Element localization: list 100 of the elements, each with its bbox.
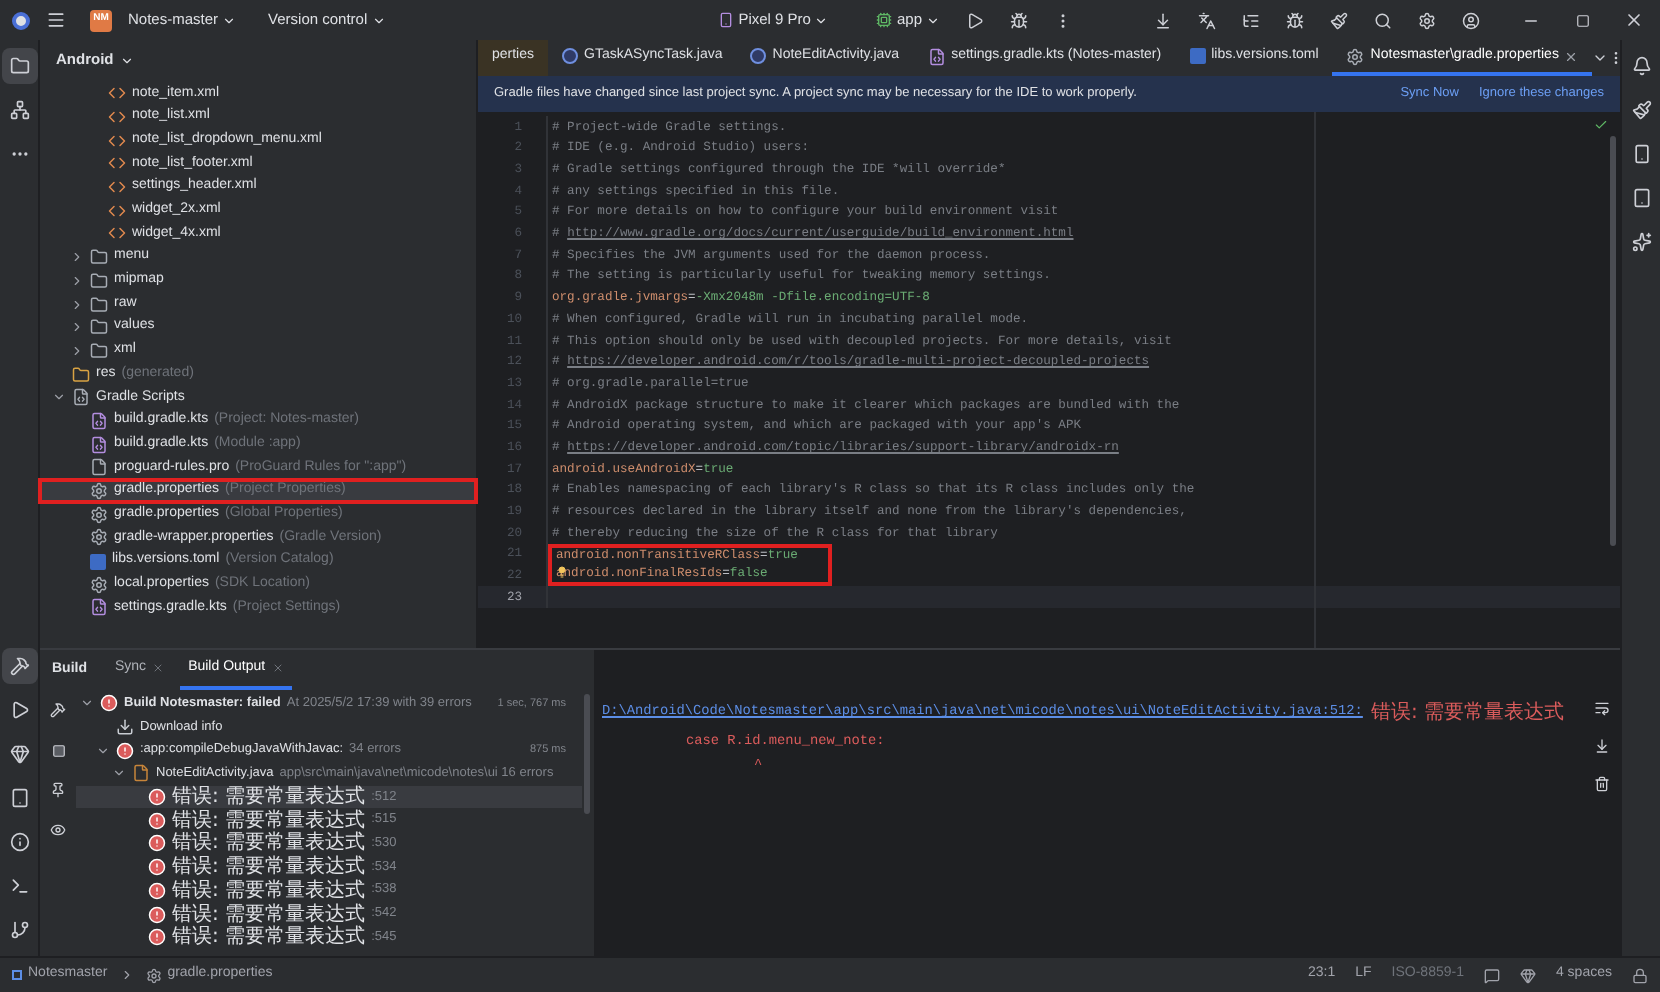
xml-file-icon bbox=[108, 154, 126, 173]
xml-file-icon bbox=[108, 131, 126, 150]
gear-icon bbox=[90, 505, 108, 524]
structure-tool-icon bbox=[9, 100, 29, 120]
item-label: 错误: 需要常量表达式 bbox=[172, 783, 366, 809]
error-icon bbox=[148, 788, 166, 807]
build-tool-icon bbox=[9, 656, 29, 676]
folder-icon bbox=[90, 341, 108, 360]
folder-icon bbox=[72, 365, 90, 384]
folder-icon bbox=[90, 318, 108, 337]
build-toggle-icon bbox=[50, 702, 66, 718]
terminal-tool-icon bbox=[9, 876, 29, 896]
breadcrumb-separator-icon bbox=[119, 968, 134, 982]
lightbulb-icon[interactable] bbox=[556, 566, 568, 579]
file-icon bbox=[90, 458, 108, 477]
folder-icon bbox=[90, 295, 108, 314]
chevron-down-icon bbox=[119, 53, 134, 67]
collapse-chevron-icon[interactable] bbox=[70, 250, 84, 265]
tab-list-icon bbox=[1592, 50, 1609, 66]
notifications-icon bbox=[1631, 56, 1651, 76]
maximize-icon bbox=[1575, 13, 1589, 27]
project-tool-button[interactable] bbox=[1, 48, 37, 84]
script-file-icon bbox=[90, 435, 108, 454]
clear-icon bbox=[1594, 776, 1610, 792]
item-label: 错误: 需要常量表达式 bbox=[172, 923, 366, 953]
scrollbar[interactable] bbox=[584, 694, 590, 814]
script-file-icon bbox=[90, 411, 108, 430]
build-tool-button[interactable] bbox=[1, 648, 37, 684]
close-tab-icon[interactable] bbox=[271, 662, 284, 674]
scroll-to-end-icon bbox=[1594, 738, 1610, 754]
phone-icon bbox=[718, 12, 735, 28]
running-devices-icon bbox=[1631, 188, 1651, 208]
error-icon bbox=[148, 858, 166, 877]
stop-icon bbox=[51, 743, 65, 757]
scrollbar[interactable] bbox=[1610, 136, 1616, 546]
java-file-icon bbox=[132, 764, 150, 783]
item-label: 错误: 需要常量表达式 bbox=[172, 807, 366, 832]
class-icon bbox=[562, 48, 579, 64]
chevron-down-icon bbox=[222, 13, 237, 27]
expand-chevron-icon[interactable] bbox=[52, 390, 66, 405]
lock-icon[interactable] bbox=[1632, 967, 1648, 983]
gear-icon bbox=[90, 482, 108, 501]
item-label: 错误: 需要常量表达式 bbox=[172, 877, 366, 903]
gem-tool-icon bbox=[9, 744, 29, 764]
project-tool-icon bbox=[9, 56, 29, 76]
download-icon bbox=[116, 718, 134, 737]
error-icon bbox=[148, 905, 166, 924]
gemini-icon bbox=[1631, 232, 1651, 252]
gear-icon bbox=[90, 575, 108, 594]
debug-icon bbox=[1009, 11, 1027, 29]
chevron-down-icon bbox=[371, 13, 386, 27]
close-icon bbox=[1624, 10, 1644, 30]
chevron-down-icon bbox=[814, 13, 829, 27]
item-label: 错误: 需要常量表达式 bbox=[172, 901, 366, 926]
app-logo-icon bbox=[12, 11, 30, 29]
script-file-icon bbox=[90, 598, 108, 617]
view-options-icon bbox=[50, 822, 66, 838]
pin-icon bbox=[50, 782, 66, 798]
gear-icon bbox=[145, 967, 162, 983]
expand-chevron-icon[interactable] bbox=[112, 766, 126, 781]
logcat-tool-icon bbox=[9, 788, 29, 808]
toml-file-icon bbox=[1189, 48, 1206, 64]
xml-file-icon bbox=[108, 178, 126, 197]
xml-file-icon bbox=[108, 84, 126, 103]
close-tab-icon[interactable] bbox=[1564, 49, 1579, 63]
xml-file-icon bbox=[108, 201, 126, 220]
error-icon bbox=[148, 811, 166, 830]
run-icon bbox=[965, 11, 983, 29]
chevron-down-icon bbox=[926, 13, 940, 27]
gear-icon bbox=[1346, 47, 1365, 65]
no-problems-icon bbox=[1594, 118, 1608, 132]
main-menu-icon bbox=[46, 10, 66, 30]
collapse-chevron-icon[interactable] bbox=[70, 273, 84, 288]
script-file-icon bbox=[927, 47, 946, 65]
error-icon bbox=[116, 741, 134, 760]
error-icon bbox=[148, 928, 166, 947]
class-icon bbox=[750, 48, 767, 64]
run-tool-icon bbox=[9, 700, 29, 720]
git-tool-icon bbox=[9, 920, 29, 940]
expand-chevron-icon[interactable] bbox=[96, 743, 110, 758]
collapse-chevron-icon[interactable] bbox=[70, 343, 84, 358]
problems-tool-icon bbox=[9, 832, 29, 852]
comment-icon[interactable] bbox=[1483, 967, 1500, 983]
toml-file-icon bbox=[90, 553, 106, 570]
device-manager-icon bbox=[1631, 144, 1651, 164]
collapse-chevron-icon[interactable] bbox=[70, 320, 84, 335]
scripts-icon bbox=[72, 388, 90, 407]
folder-icon bbox=[90, 271, 108, 290]
close-tab-icon[interactable] bbox=[152, 662, 165, 674]
error-icon bbox=[148, 834, 166, 853]
xml-file-icon bbox=[108, 224, 126, 243]
error-icon bbox=[148, 881, 166, 900]
item-label: 错误: 需要常量表达式 bbox=[172, 853, 366, 879]
gear-icon bbox=[90, 528, 108, 547]
soft-wrap-icon bbox=[1594, 700, 1610, 716]
expand-chevron-icon[interactable] bbox=[80, 696, 94, 711]
collapse-chevron-icon[interactable] bbox=[70, 297, 84, 312]
error-icon bbox=[100, 694, 118, 713]
item-label: 错误: 需要常量表达式 bbox=[172, 829, 366, 855]
xml-file-icon bbox=[108, 108, 126, 127]
